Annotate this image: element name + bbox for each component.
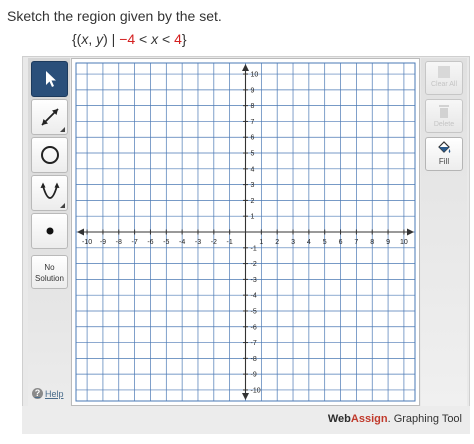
x-tick-label: -8 [116,239,122,246]
set-bar: ) | [103,31,120,47]
y-axis-arrow-down [242,393,249,400]
parabola-icon [40,182,59,199]
line-segment-icon [40,108,59,126]
x-tick-label: -10 [82,239,92,246]
graph-canvas[interactable]: -10 -9 -8 -7 -6 -5 -4 -3 -2 -1 1 2 3 4 5 6 7 8 9 10 10 9 8 7 6 5 4… [71,58,420,406]
upper-bound: 4 [174,31,182,47]
no-solution-button[interactable]: No Solution [31,255,68,289]
x-tick-label: 2 [275,239,279,246]
circle-icon [40,146,59,164]
parabola-tool-button[interactable] [31,175,68,211]
circle-tool-button[interactable] [31,137,68,173]
x-tick-label: -5 [163,239,169,246]
set-open: {( [72,31,82,47]
y-tick-label: 5 [251,151,255,158]
line-tool-options-icon [60,127,65,132]
parabola-tool-options-icon [60,203,65,208]
y-tick-label: 2 [251,198,255,205]
fill-label: Fill [438,157,450,166]
x-tick-label: 4 [307,239,311,246]
y-tick-label: 7 [251,119,255,126]
y-tick-label: 3 [251,182,255,189]
lt-sign-1: < [135,31,152,47]
fill-button[interactable]: Fill [425,137,463,171]
y-tick-label: -6 [251,324,257,331]
y-tick-label: -8 [251,356,257,363]
y-tick-label: -4 [251,293,257,300]
pointer-tool-button[interactable] [31,61,68,97]
tool-footer: WebAssign. Graphing Tool [22,406,470,434]
y-tick-label: -10 [251,387,261,394]
x-tick-label: 9 [386,239,390,246]
brand-suffix: . Graphing Tool [387,413,462,425]
trash-icon [439,105,449,118]
clear-all-icon [438,66,450,78]
x-tick-label: -9 [100,239,106,246]
x-tick-label: -4 [179,239,185,246]
line-tool-button[interactable] [31,99,68,135]
set-close: } [181,31,187,47]
set-expression: {(x, y) | −4 < x < 4} [72,31,187,47]
no-solution-label-1: No [44,263,55,272]
help-link[interactable]: ? Help [32,388,64,399]
brand-assign: Assign [350,413,388,425]
delete-button[interactable]: Delete [425,99,463,133]
x-tick-label: 6 [339,239,343,246]
x-axis-arrow-right [407,228,414,236]
point-dot-icon [46,227,53,235]
webassign-brand: WebAssign. Graphing Tool [328,413,462,425]
y-tick-label: -1 [251,245,257,252]
y-tick-label: -5 [251,308,257,315]
y-tick-label: 6 [251,135,255,142]
y-tick-label: 8 [251,103,255,110]
y-tick-label: 9 [251,87,255,94]
question-prompt: Sketch the region given by the set. [7,8,222,24]
brand-web: Web [327,413,351,425]
x-tick-label: -7 [131,239,137,246]
x-tick-label: -1 [227,239,233,246]
pointer-arrow-icon [45,71,56,87]
help-label: Help [45,388,64,399]
x-tick-label: -3 [195,239,201,246]
y-tick-label: 10 [251,72,259,79]
coordinate-grid[interactable]: -10 -9 -8 -7 -6 -5 -4 -3 -2 -1 1 2 3 4 5 6 7 8 9 1010987654… [72,59,419,405]
x-tick-label: -6 [147,239,153,246]
no-solution-label-2: Solution [35,274,64,283]
x-axis-arrow-left [77,228,84,236]
point-tool-button[interactable] [31,213,68,249]
y-tick-label: 4 [251,166,255,173]
paint-bucket-icon [438,141,451,153]
y-axis-arrow-up [242,64,249,71]
lt-sign-2: < [158,31,175,47]
x-tick-label: 5 [323,239,327,246]
x-tick-label: 1 [259,239,263,246]
clear-all-label: Clear All [430,81,458,88]
x-tick-label: 8 [370,239,374,246]
x-tick-label: -2 [211,239,217,246]
y-tick-label: -3 [251,277,257,284]
y-tick-label: -9 [251,372,257,379]
y-tick-label: -2 [251,261,257,268]
delete-label: Delete [433,121,455,128]
lower-bound: −4 [119,31,136,47]
x-tick-label: 7 [354,239,358,246]
set-comma: , [88,31,97,47]
y-tick-label: -7 [251,340,257,347]
x-tick-label: 3 [291,239,295,246]
clear-all-button[interactable]: Clear All [425,61,463,95]
y-tick-label: 1 [251,214,255,221]
x-tick-label: 10 [400,239,408,246]
help-icon: ? [32,388,43,399]
